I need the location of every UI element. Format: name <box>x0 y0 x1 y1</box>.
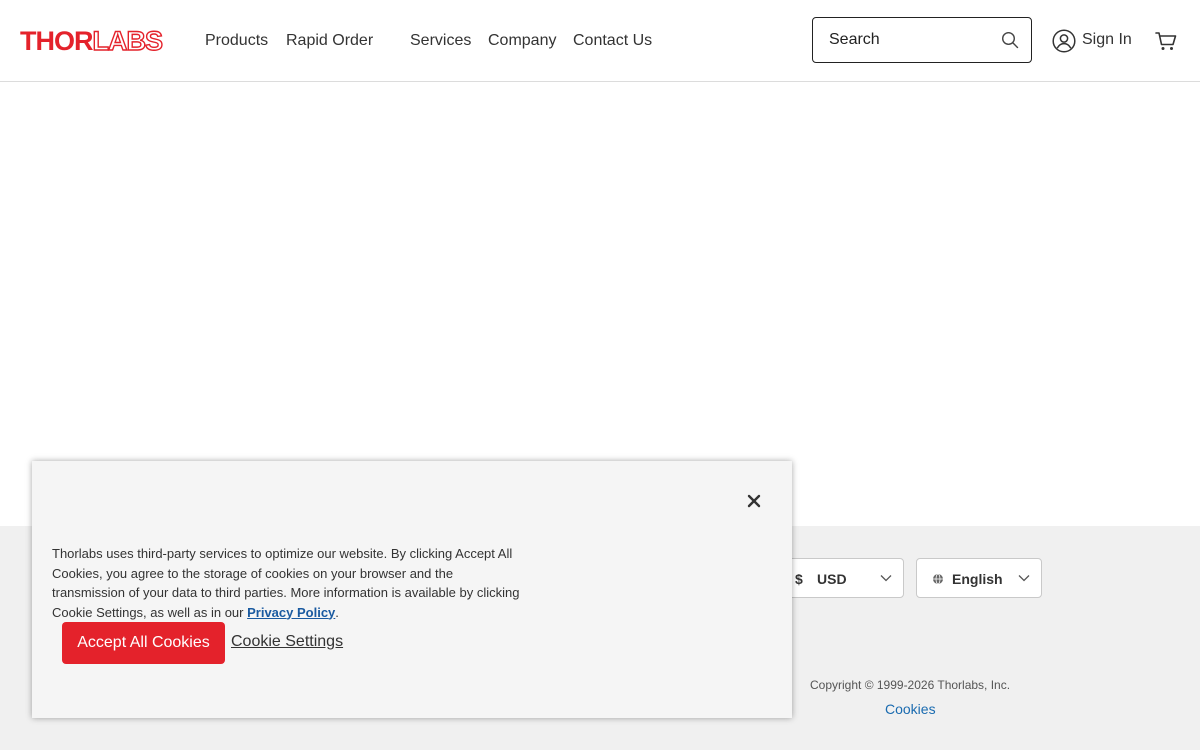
nav-company[interactable]: Company <box>488 31 556 51</box>
cookie-consent-text: Thorlabs uses third-party services to op… <box>52 544 522 622</box>
cart-icon[interactable] <box>1155 31 1177 51</box>
nav-services[interactable]: Services <box>410 31 471 51</box>
search-box[interactable] <box>812 17 1032 63</box>
sign-in-label: Sign In <box>1082 31 1132 48</box>
cookie-consent-dialog: Thorlabs uses third-party services to op… <box>32 461 792 718</box>
nav-contact-us[interactable]: Contact Us <box>573 31 652 51</box>
cookies-link[interactable]: Cookies <box>885 701 936 717</box>
thorlabs-logo[interactable]: THORLABS <box>20 26 164 56</box>
nav-products[interactable]: Products <box>205 31 268 51</box>
currency-value: USD <box>817 571 847 587</box>
close-icon[interactable] <box>746 493 762 509</box>
currency-symbol: $ <box>795 571 803 587</box>
cookie-text-end: . <box>335 604 339 620</box>
globe-icon <box>933 573 943 585</box>
logo-part-labs: LABS <box>92 26 164 56</box>
language-select[interactable]: English <box>916 558 1042 598</box>
logo-part-thor: THOR <box>20 26 93 56</box>
user-icon <box>1052 29 1076 53</box>
copyright-text: Copyright © 1999-2026 Thorlabs, Inc. <box>810 678 1011 692</box>
search-icon[interactable] <box>1001 31 1019 49</box>
accept-all-cookies-button[interactable]: Accept All Cookies <box>62 622 225 664</box>
chevron-down-icon <box>1018 575 1030 582</box>
chevron-down-icon <box>880 575 892 582</box>
search-input[interactable] <box>829 29 989 51</box>
cookie-settings-button[interactable]: Cookie Settings <box>231 633 343 651</box>
language-value: English <box>952 571 1003 587</box>
nav-rapid-order[interactable]: Rapid Order <box>286 31 373 51</box>
site-header: THORLABS Products Rapid Order Services C… <box>0 0 1200 82</box>
privacy-policy-link[interactable]: Privacy Policy <box>247 605 335 620</box>
